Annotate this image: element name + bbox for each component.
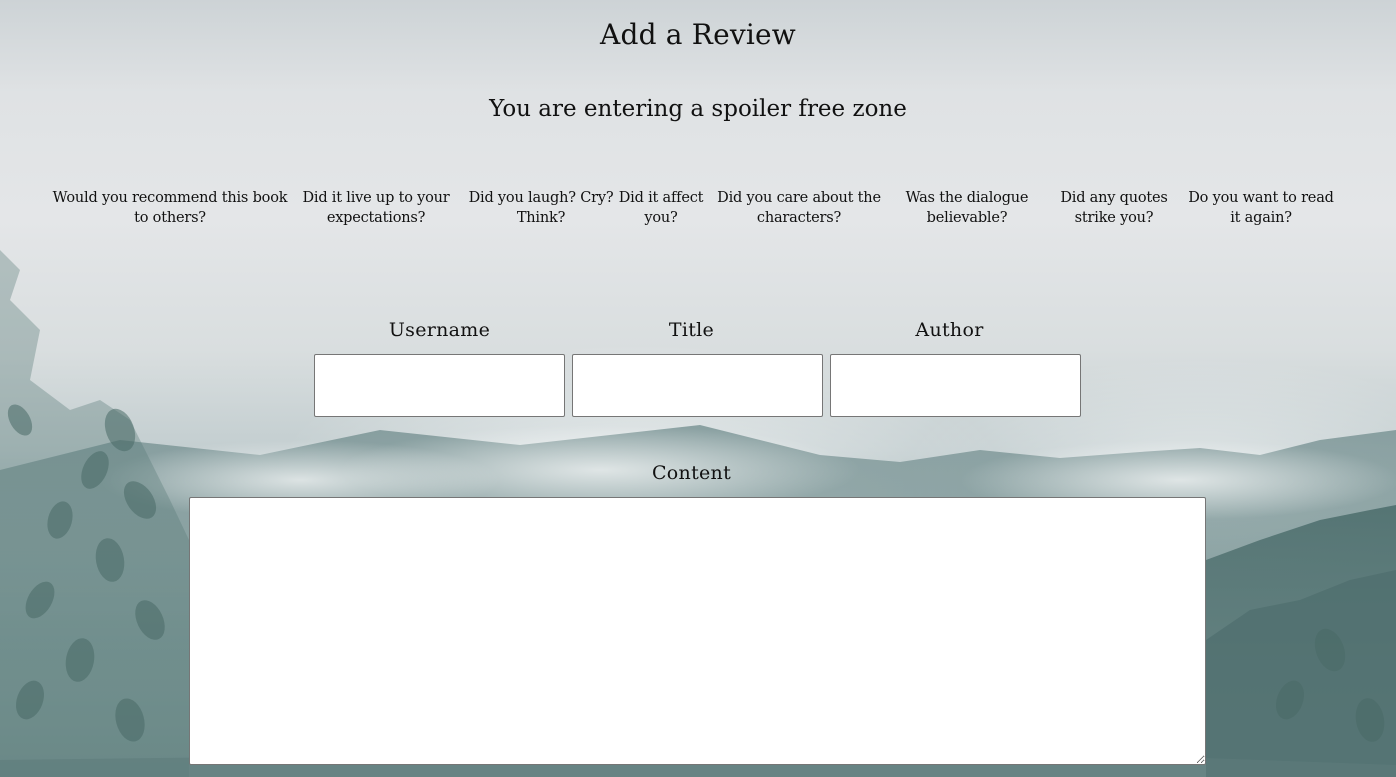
prompt-line: Was the dialogue <box>905 190 1029 206</box>
username-input[interactable] <box>314 354 565 417</box>
prompt-affect: Did it affect you? <box>616 188 706 228</box>
review-prompts: Would you recommend this book to others?… <box>0 188 1396 238</box>
prompt-recommend: Would you recommend this book to others? <box>50 188 290 228</box>
prompt-line: Did it affect <box>618 190 704 206</box>
prompt-dialogue: Was the dialogue believable? <box>892 188 1042 228</box>
prompt-line: Think? <box>516 210 566 226</box>
prompt-line: it again? <box>1230 210 1292 226</box>
author-input[interactable] <box>830 354 1081 417</box>
prompt-line: Do you want to read <box>1188 190 1334 206</box>
prompt-line: Did you care about the <box>717 190 881 206</box>
prompt-line: Did any quotes <box>1060 190 1168 206</box>
prompt-quotes: Did any quotes strike you? <box>1048 188 1180 228</box>
prompt-laugh-cry: Did you laugh? Cry? Think? <box>466 188 616 228</box>
prompt-line: expectations? <box>326 210 426 226</box>
prompt-line: strike you? <box>1074 210 1154 226</box>
author-label: Author <box>915 319 984 341</box>
prompt-line: believable? <box>926 210 1008 226</box>
title-label: Title <box>668 319 715 341</box>
review-page: Add a Review You are entering a spoiler … <box>0 0 1396 777</box>
content-textarea[interactable] <box>189 497 1206 765</box>
prompt-line: to others? <box>134 210 206 226</box>
prompt-line: Did it live up to your <box>302 190 450 206</box>
page-title: Add a Review <box>600 18 796 51</box>
page-subtitle: You are entering a spoiler free zone <box>489 96 907 122</box>
content-label: Content <box>651 462 732 484</box>
prompt-line: characters? <box>756 210 842 226</box>
prompt-characters: Did you care about the characters? <box>714 188 884 228</box>
prompt-line: you? <box>644 210 678 226</box>
title-input[interactable] <box>572 354 823 417</box>
prompt-line: Did you laugh? Cry? <box>468 190 614 206</box>
prompt-line: Would you recommend this book <box>52 190 288 206</box>
username-label: Username <box>388 319 491 341</box>
prompt-read-again: Do you want to read it again? <box>1184 188 1338 228</box>
prompt-expectations: Did it live up to your expectations? <box>296 188 456 228</box>
